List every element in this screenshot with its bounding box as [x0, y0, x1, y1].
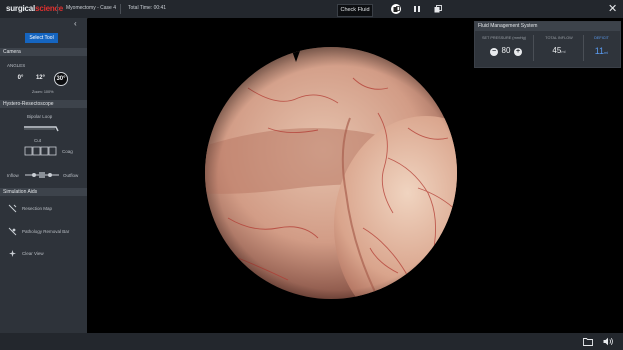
pathology-bar-label[interactable]: Pathology Removal Bar [22, 229, 69, 234]
deficit-label: DEFICIT [594, 36, 609, 40]
cut-label: Cut [34, 138, 42, 143]
angle-12-button[interactable]: 12° [34, 72, 47, 85]
total-inflow-label: TOTAL INFLOW [545, 36, 573, 40]
resection-map-label[interactable]: Resection Map [22, 206, 52, 211]
folder-icon[interactable] [583, 337, 593, 346]
hystero-section-header[interactable]: Hystero-Resectoscope [0, 100, 87, 108]
fluid-panel-title: Fluid Management System [475, 22, 620, 31]
bottom-bar [0, 333, 623, 350]
panel-toggle-icon[interactable] [391, 4, 401, 14]
select-tool-button[interactable]: Select Tool [25, 33, 58, 43]
speaker-icon[interactable] [603, 337, 614, 346]
angles-label: ANGLES [7, 63, 26, 68]
valve-icon[interactable] [22, 170, 62, 180]
brand-logo: surgicalscience [6, 4, 64, 13]
set-pressure-label: SET PRESSURE (mmHg) [481, 36, 527, 40]
clear-view-label[interactable]: Clear View [22, 251, 44, 256]
angle-30-button[interactable]: 30° [54, 72, 68, 86]
total-inflow-value: 45ml [552, 46, 566, 55]
window-icon[interactable] [433, 4, 443, 14]
outflow-label: Outflow [63, 173, 79, 178]
top-bar: surgicalscience Myomectomy - Case 4 Tota… [0, 0, 623, 19]
inflow-label: Inflow [7, 173, 19, 178]
bipolar-loop-icon[interactable] [22, 122, 62, 134]
deficit-value: 11ml [594, 46, 609, 56]
sidebar: ‹ Select Tool Camera ANGLES 0° 12° 30° Z… [0, 18, 87, 333]
check-fluid-button[interactable]: Check Fluid [337, 4, 373, 17]
divider [533, 35, 534, 61]
sim-aids-section-header[interactable]: Simulation Aids [0, 188, 87, 196]
coag-label: Coag [62, 149, 73, 154]
pause-icon[interactable] [412, 4, 422, 14]
total-time: Total Time: 00:41 [128, 5, 167, 11]
tool-name: Bipolar Loop [27, 114, 53, 119]
angle-0-button[interactable]: 0° [14, 72, 27, 85]
close-icon[interactable]: ✕ [608, 2, 617, 15]
clear-view-icon[interactable] [8, 249, 17, 258]
set-pressure-value: 80 [501, 46, 511, 55]
collapse-icon[interactable]: ‹ [74, 19, 77, 28]
decrease-pressure-button[interactable]: − [490, 48, 498, 56]
camera-section-header[interactable]: Camera [0, 48, 87, 56]
electrode-icon[interactable] [24, 145, 58, 157]
divider [120, 4, 121, 14]
divider [583, 35, 584, 61]
pathology-bar-icon[interactable] [8, 227, 17, 236]
fluid-management-panel: Fluid Management System SET PRESSURE (mm… [474, 21, 621, 68]
increase-pressure-button[interactable]: + [514, 48, 522, 56]
case-name: Myomectomy - Case 4 [66, 5, 117, 11]
divider [57, 4, 58, 14]
resection-map-icon[interactable] [8, 204, 17, 213]
zoom-label: Zoom: 100% [32, 90, 54, 94]
